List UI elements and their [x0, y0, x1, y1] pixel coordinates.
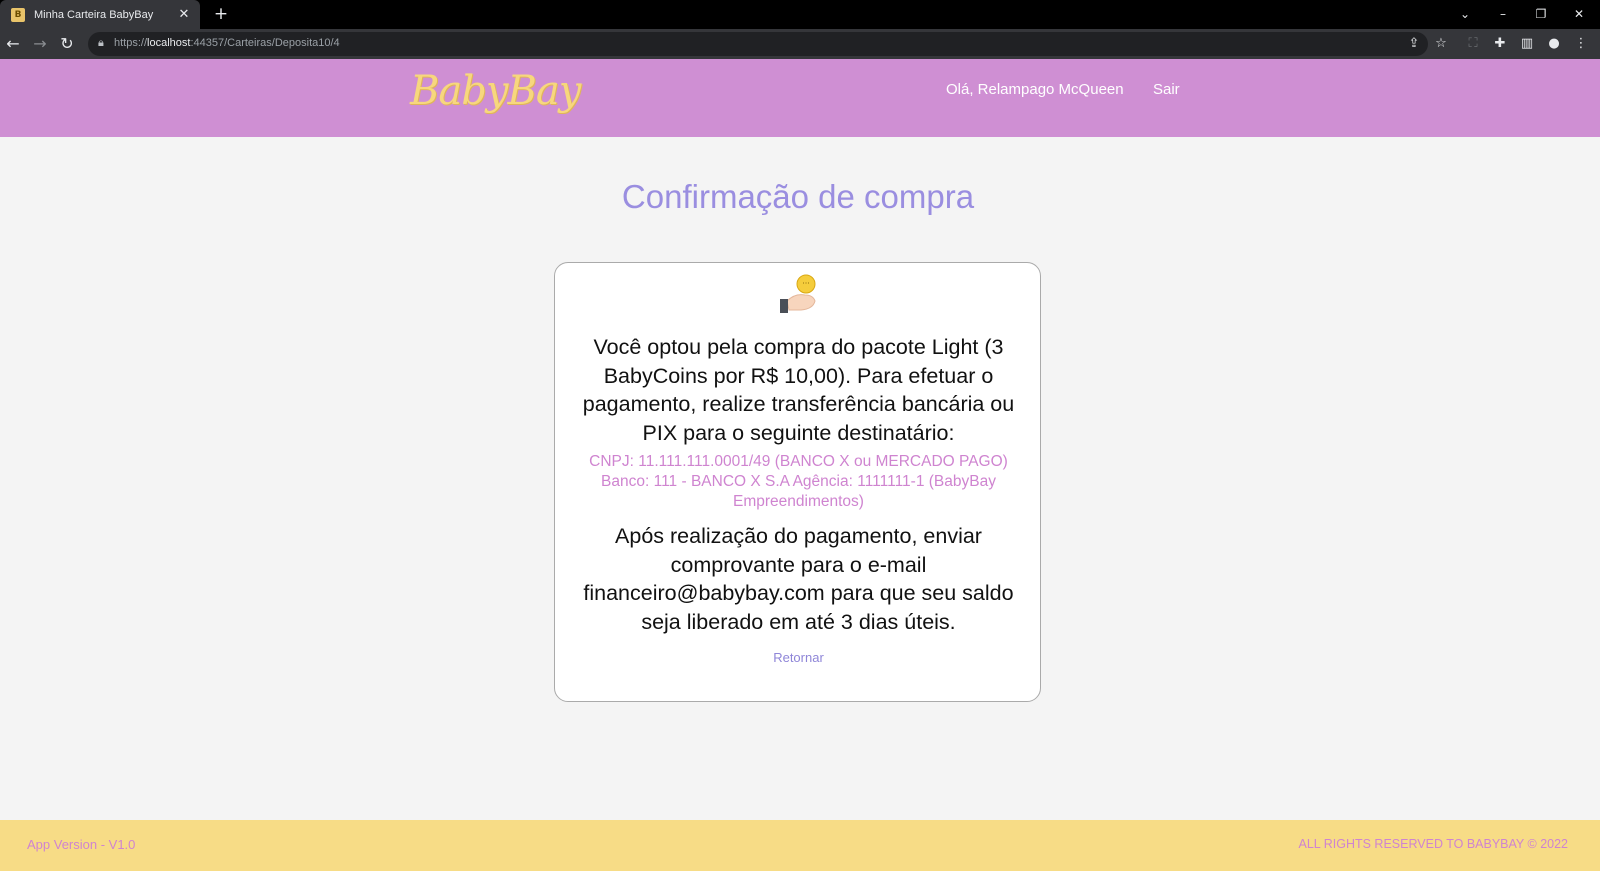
svg-text:···: ···	[802, 279, 810, 288]
bank-agency-line: Banco: 111 - BANCO X S.A Agência: 111111…	[601, 473, 996, 510]
tab-search-chevron-icon[interactable]: ⌄	[1446, 0, 1484, 29]
profile-icon[interactable]: ●	[1544, 34, 1564, 54]
address-bar[interactable]: 🔒︎ https://localhost:44357/Carteiras/Dep…	[88, 32, 1428, 56]
bank-details: CNPJ: 11.111.111.0001/49 (BANCO X ou MER…	[565, 452, 1032, 512]
site-header: BabyBay Olá, Relampago McQueen Sair	[0, 59, 1600, 137]
hand-with-coin-icon: ···	[780, 274, 816, 313]
browser-tab[interactable]: B Minha Carteira BabyBay ✕	[0, 0, 200, 29]
browser-tabbar: B Minha Carteira BabyBay ✕ + ⌄ – ❐ ✕	[0, 0, 1600, 29]
menu-dots-icon[interactable]: ⋮	[1571, 34, 1591, 54]
return-link[interactable]: Retornar	[555, 650, 1042, 665]
logout-link[interactable]: Sair	[1153, 81, 1180, 98]
url-text: https://localhost:44357/Carteiras/Deposi…	[114, 37, 340, 49]
copyright-notice: ALL RIGHTS RESERVED TO BABYBAY © 2022	[1298, 837, 1568, 851]
tab-title: Minha Carteira BabyBay	[34, 8, 154, 21]
payment-instructions-text: Após realização do pagamento, enviar com…	[583, 524, 1014, 634]
side-panel-icon[interactable]: ▥	[1517, 34, 1537, 54]
browser-toolbar: ← → ↻ 🔒︎ https://localhost:44357/Carteir…	[0, 29, 1600, 59]
back-icon[interactable]: ←	[1, 33, 25, 55]
babybay-favicon-icon: B	[11, 7, 25, 22]
bookmark-star-icon[interactable]: ☆	[1431, 34, 1451, 54]
user-greeting-link[interactable]: Olá, Relampago McQueen	[946, 81, 1124, 98]
new-tab-icon[interactable]: +	[210, 3, 232, 25]
share-icon[interactable]: ⇪	[1404, 34, 1424, 54]
forward-icon[interactable]: →	[28, 33, 52, 55]
minimize-icon[interactable]: –	[1484, 0, 1522, 29]
purchase-intro-text: Você optou pela compra do pacote Light (…	[582, 335, 1015, 445]
extensions-puzzle-icon[interactable]: ✚	[1490, 34, 1510, 54]
babybay-logo[interactable]: BabyBay	[410, 68, 581, 114]
app-version: App Version - V1.0	[27, 837, 136, 852]
bank-cnpj-line: CNPJ: 11.111.111.0001/49 (BANCO X ou MER…	[589, 453, 1008, 470]
screenshot-icon[interactable]: ⛶	[1463, 34, 1483, 54]
confirmation-card: ··· Você optou pela compra do pacote Lig…	[554, 262, 1041, 702]
reload-icon[interactable]: ↻	[55, 33, 79, 55]
site-footer: App Version - V1.0 ALL RIGHTS RESERVED T…	[0, 820, 1600, 871]
close-window-icon[interactable]: ✕	[1560, 0, 1598, 29]
lock-icon: 🔒︎	[98, 36, 104, 49]
restore-icon[interactable]: ❐	[1522, 0, 1560, 29]
page-title: Confirmação de compra	[621, 178, 975, 215]
tab-close-icon[interactable]: ✕	[174, 7, 194, 22]
